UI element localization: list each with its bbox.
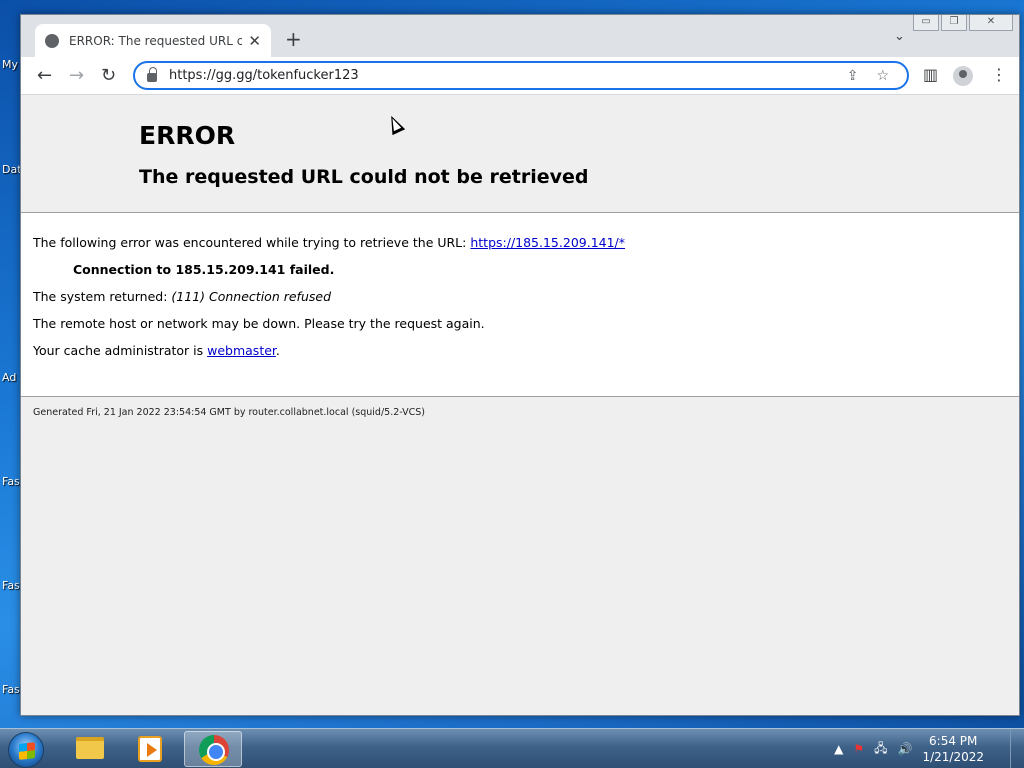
desktop-label-fast-3[interactable]: Fas bbox=[2, 683, 20, 696]
desktop-label-fast-1[interactable]: Fas bbox=[2, 475, 20, 488]
error-header: ERROR The requested URL could not be ret… bbox=[21, 95, 1019, 213]
admin-line: Your cache administrator is webmaster. bbox=[33, 343, 1019, 358]
taskbar-explorer[interactable] bbox=[60, 731, 118, 767]
error-subheading: The requested URL could not be retrieved bbox=[139, 166, 589, 188]
admin-line-suffix: . bbox=[275, 343, 280, 358]
start-button[interactable] bbox=[8, 732, 44, 768]
desktop-label-admin[interactable]: Ad bbox=[2, 371, 16, 384]
share-icon[interactable]: ⇪ bbox=[847, 68, 859, 84]
windows-logo-icon bbox=[19, 742, 35, 760]
address-bar[interactable]: https://gg.gg/tokenfucker123 ⇪ ☆ bbox=[133, 61, 909, 90]
taskbar-media-player[interactable] bbox=[122, 731, 180, 767]
tab-strip: ERROR: The requested URL could not be re… bbox=[21, 15, 1019, 57]
page-content: ERROR The requested URL could not be ret… bbox=[21, 95, 1019, 715]
system-returned-detail: (111) Connection refused bbox=[171, 289, 331, 304]
clock[interactable]: 6:54 PM 1/21/2022 bbox=[922, 733, 984, 765]
error-body: The following error was encountered whil… bbox=[21, 213, 1019, 397]
desktop-label-my-computer[interactable]: My bbox=[2, 58, 18, 71]
forward-arrow-icon[interactable]: → bbox=[69, 65, 84, 86]
restore-button[interactable]: ❐ bbox=[941, 15, 967, 31]
action-center-flag-icon[interactable]: ⚑ bbox=[853, 742, 864, 756]
side-panel-icon[interactable]: ▥ bbox=[923, 65, 938, 84]
system-returned-line: The system returned: (111) Connection re… bbox=[33, 289, 1019, 304]
browser-toolbar: ← → ↻ https://gg.gg/tokenfucker123 ⇪ ☆ ▥… bbox=[21, 57, 1019, 95]
new-tab-button[interactable]: + bbox=[285, 27, 302, 51]
connection-failed-text: Connection to 185.15.209.141 failed. bbox=[73, 262, 335, 277]
browser-window: ERROR: The requested URL could not be re… bbox=[20, 14, 1020, 716]
reload-icon[interactable]: ↻ bbox=[101, 65, 116, 86]
url-text[interactable]: https://gg.gg/tokenfucker123 bbox=[169, 68, 847, 83]
generated-footer: Generated Fri, 21 Jan 2022 23:54:54 GMT … bbox=[33, 407, 425, 418]
admin-line-text: Your cache administrator is bbox=[33, 343, 208, 358]
window-controls: ▭ ❐ ✕ bbox=[913, 15, 1013, 31]
globe-icon bbox=[45, 33, 59, 48]
bookmark-star-icon[interactable]: ☆ bbox=[876, 68, 889, 84]
tab-close-icon[interactable]: ✕ bbox=[248, 32, 261, 50]
show-desktop-button[interactable] bbox=[1010, 729, 1024, 768]
taskbar: ▲ ⚑ 🖧 🔊 6:54 PM 1/21/2022 bbox=[0, 728, 1024, 768]
clock-time: 6:54 PM bbox=[929, 734, 978, 748]
tray-expand-icon[interactable]: ▲ bbox=[834, 742, 843, 756]
menu-kebab-icon[interactable]: ⋮ bbox=[991, 65, 1007, 84]
minimize-button[interactable]: ▭ bbox=[913, 15, 939, 31]
error-heading: ERROR bbox=[139, 121, 236, 150]
chrome-icon bbox=[199, 735, 229, 765]
failed-url-link[interactable]: https://185.15.209.141/* bbox=[470, 235, 625, 250]
profile-avatar-icon[interactable] bbox=[953, 66, 973, 86]
taskbar-chrome[interactable] bbox=[184, 731, 242, 767]
clock-date: 1/21/2022 bbox=[922, 750, 984, 764]
tab-title: ERROR: The requested URL could not be re… bbox=[69, 33, 243, 48]
media-player-icon bbox=[138, 736, 162, 762]
desktop-label-fast-2[interactable]: Fas bbox=[2, 579, 20, 592]
system-tray: ▲ ⚑ 🖧 🔊 6:54 PM 1/21/2022 bbox=[834, 729, 984, 768]
error-line-url: The following error was encountered whil… bbox=[33, 235, 1019, 250]
network-icon[interactable]: 🖧 bbox=[874, 739, 887, 760]
error-line-url-text: The following error was encountered whil… bbox=[33, 235, 471, 250]
volume-icon[interactable]: 🔊 bbox=[898, 742, 913, 756]
close-window-button[interactable]: ✕ bbox=[969, 15, 1013, 31]
folder-icon bbox=[76, 737, 104, 759]
back-arrow-icon[interactable]: ← bbox=[37, 65, 52, 86]
browser-tab[interactable]: ERROR: The requested URL could not be re… bbox=[35, 24, 271, 57]
tab-search-chevron-icon[interactable]: ⌄ bbox=[894, 29, 905, 44]
system-returned-label: The system returned: bbox=[33, 289, 172, 304]
retry-hint-text: The remote host or network may be down. … bbox=[33, 316, 485, 331]
lock-icon[interactable] bbox=[147, 67, 157, 82]
webmaster-link[interactable]: webmaster bbox=[207, 343, 276, 358]
desktop-label-data[interactable]: Dat bbox=[2, 163, 22, 176]
